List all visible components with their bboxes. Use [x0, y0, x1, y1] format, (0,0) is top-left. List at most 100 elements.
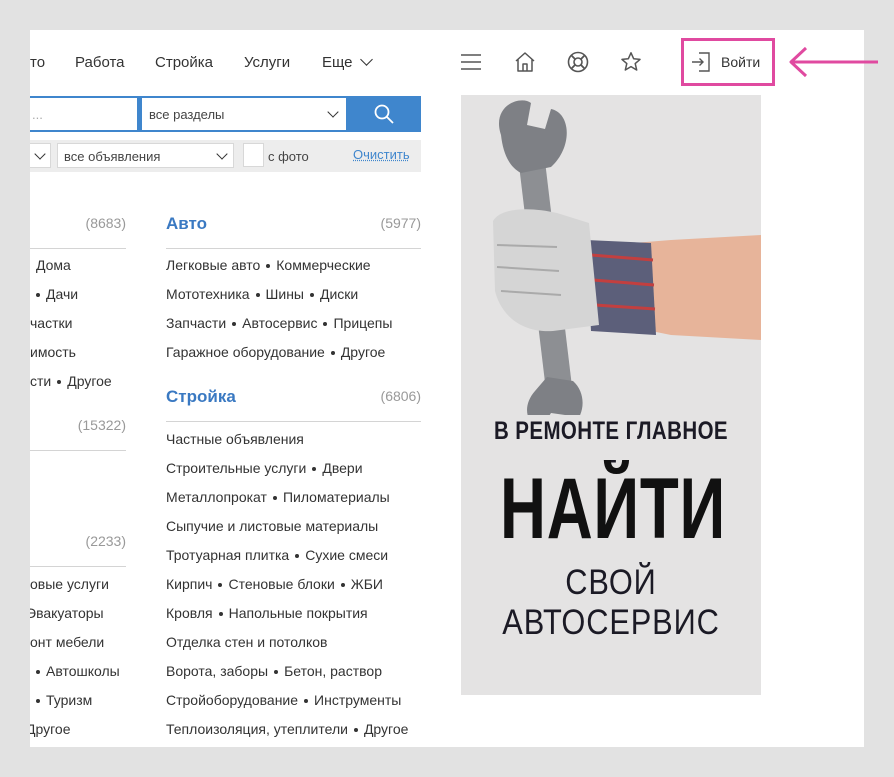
separator-dot	[312, 467, 317, 471]
category-count: (2233)	[85, 533, 126, 549]
category-title[interactable]: Авто	[166, 214, 207, 234]
separator-dot	[36, 670, 40, 674]
ad-banner[interactable]: В РЕМОНТЕ ГЛАВНОЕ – НАЙТИ СВОЙ АВТОСЕРВИ…	[461, 95, 761, 695]
category-link[interactable]: онт мебели	[30, 634, 104, 650]
category-line: Отделка стен и потолков	[166, 634, 327, 650]
category-link[interactable]: Стройоборудование	[166, 692, 298, 708]
category-link[interactable]: Тротуарная плитка	[166, 547, 289, 563]
home-icon[interactable]	[513, 50, 537, 74]
category-link[interactable]: Дачи	[46, 286, 78, 302]
category-link[interactable]: Двери	[322, 460, 362, 476]
category-link[interactable]: Инструменты	[314, 692, 401, 708]
category-line: овые услуги	[30, 576, 109, 592]
page: то Работа Стройка Услуги Еще Войти ... в…	[30, 30, 864, 747]
search-button[interactable]	[350, 98, 418, 130]
category-link[interactable]: Автосервис	[242, 315, 317, 331]
login-icon	[692, 52, 710, 72]
separator-dot	[310, 293, 314, 297]
category-link[interactable]: Гаражное оборудование	[166, 344, 325, 360]
category-link[interactable]: Диски	[320, 286, 358, 302]
login-button[interactable]: Войти	[690, 50, 760, 74]
category-link[interactable]: Частные объявления	[166, 431, 304, 447]
category-link[interactable]: Прицепы	[333, 315, 392, 331]
category-header-left-3: (2233)	[30, 532, 126, 567]
search-input-text: ...	[32, 107, 43, 122]
category-line: Мототехника Шины Диски	[166, 286, 358, 302]
separator-dot	[323, 322, 328, 326]
nav-item-work[interactable]: Работа	[75, 54, 125, 71]
category-link[interactable]: сти	[30, 373, 51, 389]
category-link[interactable]: Сухие смеси	[305, 547, 388, 563]
category-link[interactable]: Напольные покрытия	[229, 605, 368, 621]
category-link[interactable]: имость	[30, 344, 76, 360]
category-link[interactable]: Мототехника	[166, 286, 250, 302]
separator-dot	[36, 293, 40, 297]
star-icon[interactable]	[619, 50, 643, 74]
category-link[interactable]: Теплоизоляция, утеплители	[166, 721, 348, 737]
category-link[interactable]: Шины	[266, 286, 304, 302]
menu-icon[interactable]	[459, 50, 483, 74]
category-line: Сыпучие и листовые материалы	[166, 518, 378, 534]
category-link[interactable]: Легковые авто	[166, 257, 260, 273]
wrench-hand-illustration	[493, 100, 761, 415]
separator-dot	[266, 264, 271, 268]
chevron-down-icon	[216, 148, 228, 160]
category-link[interactable]: Пиломатериалы	[283, 489, 390, 505]
annotation-arrow-icon	[789, 46, 878, 78]
separator-dot	[330, 351, 335, 355]
separator-dot	[274, 670, 279, 674]
category-link[interactable]: частки	[30, 315, 72, 331]
category-link[interactable]: Коммерческие	[276, 257, 370, 273]
category-line: Металлопрокат Пиломатериалы	[166, 489, 390, 505]
category-line: онт мебели	[30, 634, 104, 650]
category-title[interactable]: Стройка	[166, 387, 236, 407]
category-line: Стройоборудование Инструменты	[166, 692, 401, 708]
banner-line-4: АВТОСЕРВИС	[502, 603, 720, 642]
category-link[interactable]: Металлопрокат	[166, 489, 267, 505]
separator-dot	[272, 496, 277, 500]
category-link[interactable]: Сыпучие и листовые материалы	[166, 518, 378, 534]
category-link[interactable]: Строительные услуги	[166, 460, 306, 476]
nav-item-stroyka[interactable]: Стройка	[155, 54, 213, 71]
separator-dot	[36, 699, 40, 703]
category-line: имость	[30, 344, 76, 360]
chevron-down-icon	[327, 106, 339, 118]
section-select[interactable]: все разделы	[142, 98, 346, 130]
separator-dot	[57, 380, 62, 384]
category-link[interactable]: Кровля	[166, 605, 213, 621]
category-link[interactable]: Бетон, раствор	[284, 663, 382, 679]
category-link[interactable]: Другое	[341, 344, 385, 360]
category-link[interactable]: Кирпич	[166, 576, 212, 592]
category-link[interactable]: Отделка стен и потолков	[166, 634, 327, 650]
category-link[interactable]: Эвакуаторы	[30, 605, 104, 621]
filter-bar: все объявления с фото Очистить	[30, 140, 421, 172]
region-select[interactable]	[30, 143, 51, 168]
category-link[interactable]: Туризм	[46, 692, 92, 708]
category-link[interactable]: Другое	[67, 373, 111, 389]
category-link[interactable]: Дома	[36, 257, 71, 273]
clear-link[interactable]: Очистить	[353, 147, 410, 162]
nav-item-services[interactable]: Услуги	[244, 54, 290, 71]
lifebuoy-icon[interactable]	[566, 50, 590, 74]
nav-item-auto[interactable]: то	[30, 54, 45, 71]
category-link[interactable]: Запчасти	[166, 315, 226, 331]
separator-dot	[255, 293, 260, 297]
photo-checkbox[interactable]	[243, 143, 264, 167]
category-link[interactable]: Другое	[30, 721, 70, 737]
category-link[interactable]: овые услуги	[30, 576, 109, 592]
separator-dot	[218, 612, 223, 616]
category-link[interactable]: ЖБИ	[351, 576, 383, 592]
category-line: Гаражное оборудование Другое	[166, 344, 385, 360]
category-link[interactable]: Другое	[364, 721, 408, 737]
category-count: (5977)	[380, 215, 421, 231]
category-link[interactable]: Стеновые блоки	[228, 576, 334, 592]
category-line: Ворота, заборы Бетон, раствор	[166, 663, 382, 679]
chevron-down-icon	[34, 148, 46, 160]
chevron-down-icon	[359, 53, 373, 66]
category-link[interactable]: Автошколы	[46, 663, 120, 679]
category-link[interactable]: Ворота, заборы	[166, 663, 268, 679]
search-icon	[374, 104, 394, 124]
nav-item-more[interactable]: Еще	[322, 53, 373, 71]
type-select[interactable]: все объявления	[57, 143, 234, 168]
search-input[interactable]: ...	[30, 98, 137, 130]
